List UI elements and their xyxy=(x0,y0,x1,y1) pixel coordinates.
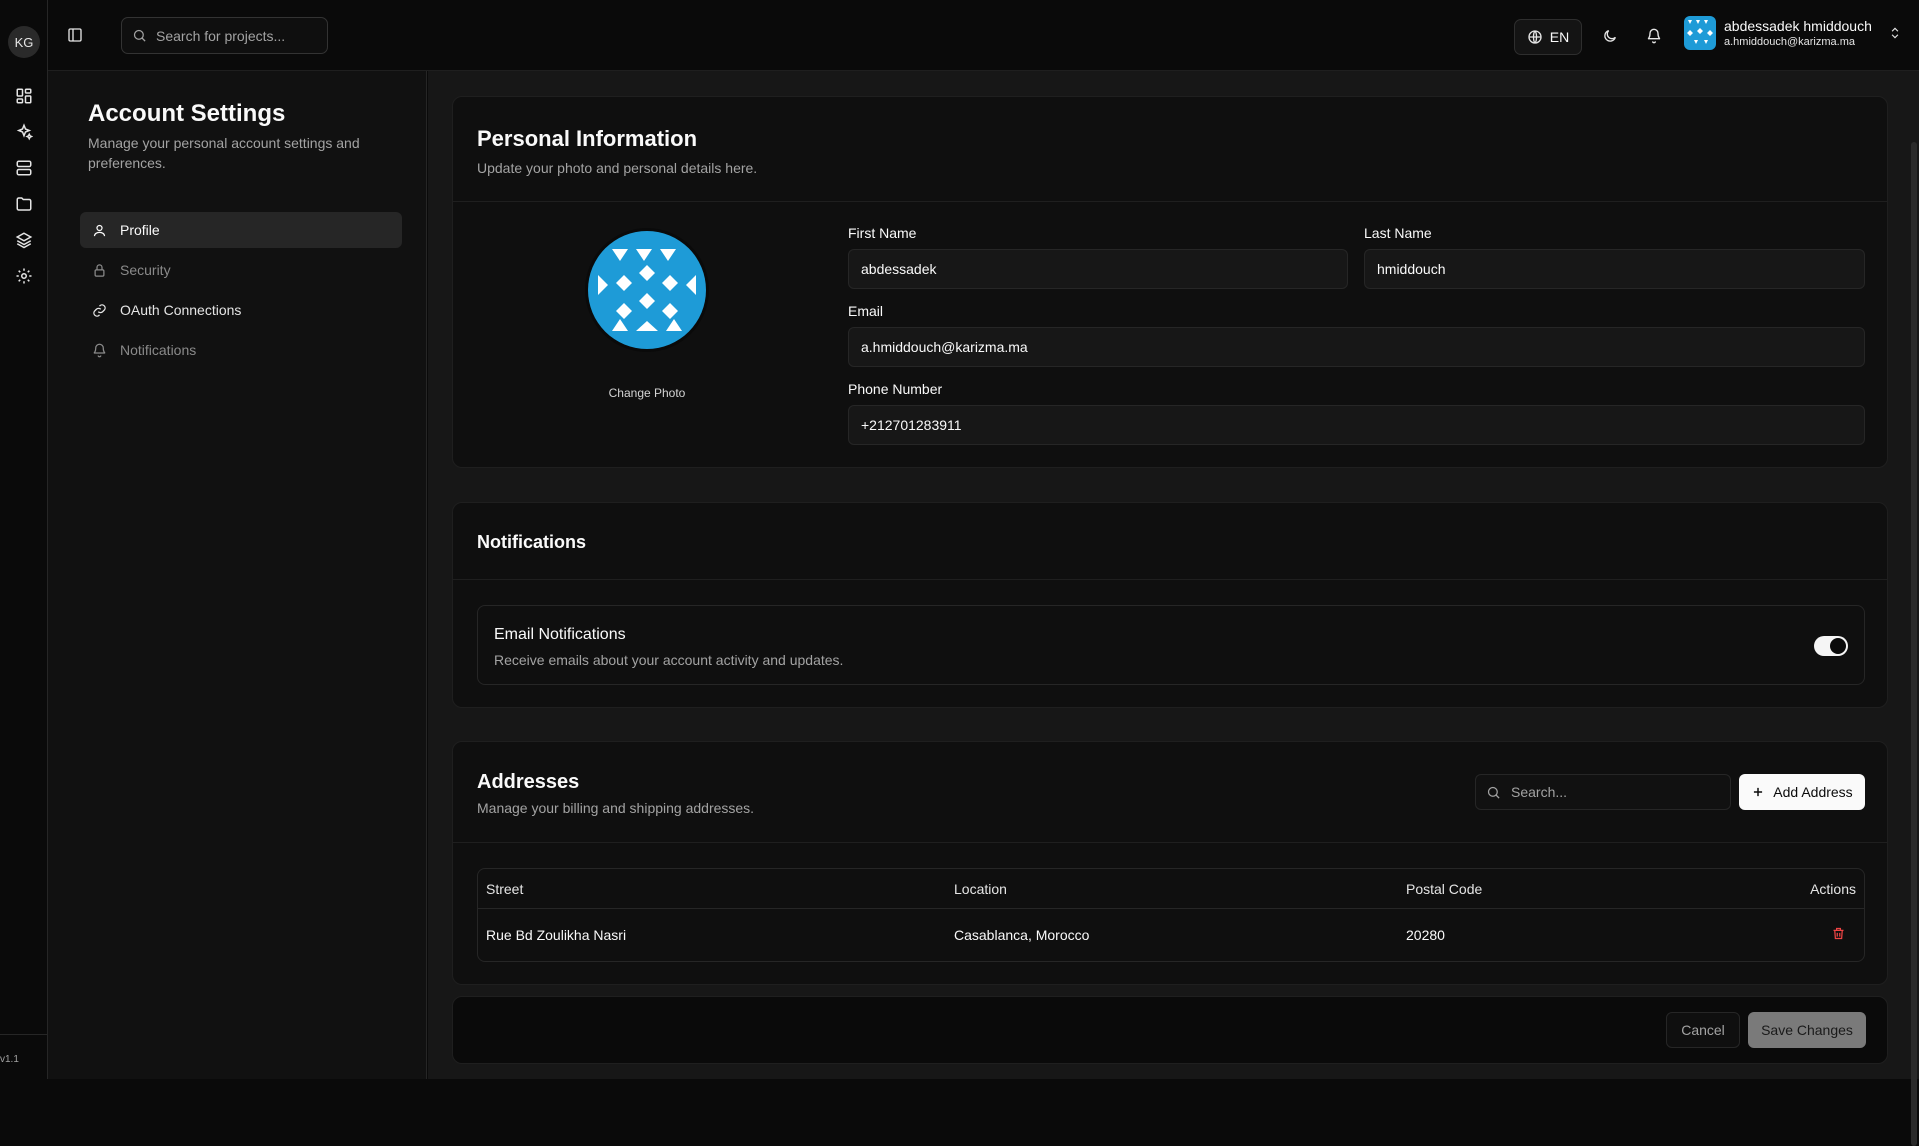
nav-item-label: Profile xyxy=(120,222,160,238)
rail-divider xyxy=(0,1034,48,1035)
first-name-label: First Name xyxy=(848,225,917,241)
search-icon xyxy=(133,29,146,42)
first-name-field[interactable] xyxy=(848,249,1348,289)
language-selector[interactable]: EN xyxy=(1514,19,1582,55)
trash-icon[interactable] xyxy=(1831,926,1846,944)
add-address-label: Add Address xyxy=(1773,784,1853,800)
change-photo-link[interactable]: Change Photo xyxy=(581,386,713,400)
nav-item-notifications[interactable]: Notifications xyxy=(80,332,402,368)
column-header-postal-code: Postal Code xyxy=(1406,880,1483,897)
profile-photo[interactable] xyxy=(585,228,709,352)
avatar xyxy=(1684,16,1716,50)
nav-item-label: OAuth Connections xyxy=(120,302,242,318)
personal-info-title: Personal Information xyxy=(477,126,698,151)
address-search-input[interactable]: Search... xyxy=(1475,774,1731,810)
table-header: Street Location Postal Code Actions xyxy=(478,869,1864,909)
email-notifications-row: Email Notifications Receive emails about… xyxy=(477,605,1865,685)
link-icon xyxy=(93,303,106,317)
address-street: Rue Bd Zoulikha Nasri xyxy=(486,927,627,943)
sidebar-toggle-icon[interactable] xyxy=(64,24,86,46)
personal-info-card: Personal Information Update your photo a… xyxy=(452,96,1888,468)
cancel-button[interactable]: Cancel xyxy=(1666,1012,1740,1048)
email-notifications-toggle[interactable] xyxy=(1814,636,1848,656)
nav-item-security[interactable]: Security xyxy=(80,252,402,288)
column-header-street: Street xyxy=(486,880,524,897)
page-title: Account Settings xyxy=(88,100,286,127)
column-header-location: Location xyxy=(954,880,1007,897)
save-changes-button[interactable]: Save Changes xyxy=(1748,1012,1866,1048)
plus-icon xyxy=(1754,787,1763,797)
settings-nav: Profile Security OAuth Connections Notif… xyxy=(80,212,402,372)
folder-icon[interactable] xyxy=(12,192,36,216)
email-field[interactable] xyxy=(848,327,1865,367)
lock-icon xyxy=(94,263,105,277)
page-subtitle: Manage your personal account settings an… xyxy=(88,135,360,171)
email-label: Email xyxy=(848,303,884,319)
address-search-placeholder: Search... xyxy=(1511,784,1568,800)
nav-item-label: Security xyxy=(120,262,171,278)
bell-icon xyxy=(93,343,106,357)
search-icon xyxy=(1487,786,1500,799)
last-name-label: Last Name xyxy=(1364,225,1432,241)
moon-icon[interactable] xyxy=(1599,25,1621,47)
dashboard-icon[interactable] xyxy=(12,84,36,108)
chevron-updown-icon xyxy=(1891,27,1899,39)
email-notifications-description: Receive emails about your account activi… xyxy=(494,652,844,668)
email-notifications-title: Email Notifications xyxy=(494,626,626,643)
globe-icon xyxy=(1528,30,1542,44)
phone-field[interactable] xyxy=(848,405,1865,445)
project-search-input[interactable]: Search for projects... xyxy=(121,17,328,54)
personal-info-description: Update your photo and personal details h… xyxy=(477,160,758,176)
layers-icon[interactable] xyxy=(12,228,36,252)
addresses-table: Street Location Postal Code Actions Rue … xyxy=(477,868,1865,962)
column-header-actions: Actions xyxy=(1810,880,1856,897)
icon-rail: KG v1.1 xyxy=(0,0,48,1079)
user-menu[interactable]: abdessadek hmiddouch a.hmiddouch@karizma… xyxy=(1684,16,1902,50)
bell-icon[interactable] xyxy=(1643,25,1665,47)
language-label: EN xyxy=(1549,29,1570,45)
phone-label: Phone Number xyxy=(848,381,943,397)
addresses-description: Manage your billing and shipping address… xyxy=(477,800,755,816)
nav-item-oauth[interactable]: OAuth Connections xyxy=(80,292,402,328)
last-name-field[interactable] xyxy=(1364,249,1865,289)
divider xyxy=(453,201,1887,202)
toggle-knob xyxy=(1830,638,1846,654)
nav-item-profile[interactable]: Profile xyxy=(80,212,402,248)
workspace-logo[interactable]: KG xyxy=(8,26,40,58)
sparkles-icon[interactable] xyxy=(12,120,36,144)
user-email: a.hmiddouch@karizma.ma xyxy=(1724,36,1855,48)
notifications-title: Notifications xyxy=(477,532,587,552)
version-label: v1.1 xyxy=(0,1054,19,1065)
server-icon[interactable] xyxy=(12,156,36,180)
main-content: Personal Information Update your photo a… xyxy=(428,71,1919,1146)
add-address-button[interactable]: Add Address xyxy=(1739,774,1865,810)
settings-sidebar: Account Settings Manage your personal ac… xyxy=(48,71,427,1079)
address-location: Casablanca, Morocco xyxy=(954,927,1090,943)
table-row: Rue Bd Zoulikha Nasri Casablanca, Morocc… xyxy=(478,909,1864,961)
divider xyxy=(453,579,1887,580)
project-search-placeholder: Search for projects... xyxy=(156,27,286,44)
form-actions-bar: Cancel Save Changes xyxy=(452,996,1888,1064)
addresses-card: Addresses Manage your billing and shippi… xyxy=(452,741,1888,985)
top-bar: Search for projects... EN abdessadek hmi… xyxy=(48,0,1919,71)
address-postal-code: 20280 xyxy=(1406,927,1445,943)
notifications-card: Notifications Email Notifications Receiv… xyxy=(452,502,1888,708)
user-name: abdessadek hmiddouch xyxy=(1724,18,1872,34)
nav-item-label: Notifications xyxy=(120,342,197,358)
user-icon xyxy=(93,224,106,236)
addresses-title: Addresses xyxy=(477,771,580,793)
divider xyxy=(453,842,1887,843)
gear-icon[interactable] xyxy=(12,264,36,288)
scrollbar[interactable] xyxy=(1911,142,1917,1146)
